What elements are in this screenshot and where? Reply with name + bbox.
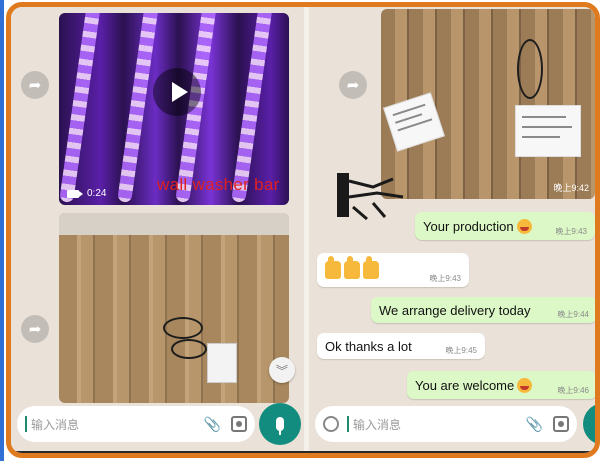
paperclip-icon[interactable]: 📎: [204, 416, 221, 433]
camera-icon[interactable]: [553, 416, 569, 432]
camera-icon[interactable]: [231, 416, 247, 432]
composer-placeholder: 输入消息: [353, 417, 402, 432]
cable-coil-image: [163, 317, 203, 339]
video-camera-icon: [67, 189, 83, 198]
message-text: You are welcome: [415, 377, 515, 393]
text-cursor: [347, 416, 349, 432]
text-cursor: [25, 416, 27, 432]
emoji-icon[interactable]: [323, 416, 339, 432]
blue-edge-decoration: [0, 0, 4, 461]
grin-emoji-icon: [517, 377, 533, 393]
thumbs-up-emoji-icon: [344, 256, 360, 279]
thumbs-up-emoji-icon: [325, 256, 341, 279]
message-bubble-outgoing: We arrange delivery today 晚上9:44: [371, 297, 595, 323]
composer-placeholder: 输入消息: [31, 417, 80, 432]
message-bubble-outgoing: You are welcome 晚上9:46: [407, 371, 595, 399]
collage-border: ➦ 0:24 wall washer bar ➦ ︾ 输入消息 📎 ➦ 晚上9:…: [6, 2, 600, 458]
forward-icon[interactable]: ➦: [339, 71, 367, 99]
screenshot-frame: ➦ 0:24 wall washer bar ➦ ︾ 输入消息 📎 ➦ 晚上9:…: [0, 0, 603, 461]
message-composer[interactable]: 输入消息 📎: [17, 406, 255, 442]
video-duration: 0:24: [67, 188, 106, 199]
overlay-annotation: wall washer bar: [157, 175, 280, 194]
led-bar-image: [59, 13, 101, 204]
forward-icon[interactable]: ➦: [21, 71, 49, 99]
photo-message[interactable]: [59, 213, 289, 403]
message-time: 晚上9:46: [557, 386, 589, 395]
microphone-icon[interactable]: [583, 403, 595, 445]
paperclip-icon[interactable]: 📎: [526, 416, 543, 433]
message-text: Ok thanks a lot: [325, 338, 412, 354]
play-icon[interactable]: [153, 68, 201, 116]
message-bubble-incoming: Ok thanks a lot 晚上9:45: [317, 333, 485, 359]
grin-emoji-icon: [516, 218, 532, 234]
forward-icon[interactable]: ➦: [21, 315, 49, 343]
message-text: We arrange delivery today: [379, 302, 531, 318]
left-chat-panel: ➦ 0:24 wall washer bar ➦ ︾ 输入消息 📎: [11, 7, 304, 453]
thumbs-up-emoji-icon: [363, 256, 379, 279]
video-duration-text: 0:24: [87, 188, 107, 199]
package-label-image: [207, 343, 237, 383]
led-bar-image: [117, 13, 159, 204]
message-time: 晚上9:44: [557, 310, 589, 319]
message-bubble-outgoing: Your production 晚上9:43: [415, 212, 595, 240]
message-bubble-incoming: 晚上9:43: [317, 253, 469, 287]
right-chat-panel: ➦ 晚上9:42 Your production 晚上9:43 晚上9:43 W…: [309, 7, 595, 453]
message-time: 晚上9:43: [429, 274, 461, 283]
message-time: 晚上9:43: [555, 227, 587, 236]
bottom-bar: [11, 451, 595, 453]
image-timestamp: 晚上9:42: [553, 183, 589, 193]
chevron-double-down-icon[interactable]: ︾: [269, 357, 295, 383]
message-text: Your production: [423, 218, 514, 234]
microphone-icon[interactable]: [259, 403, 301, 445]
cable-coil-image: [171, 339, 207, 359]
message-composer[interactable]: 输入消息 📎: [315, 406, 577, 442]
document-paper-image: [515, 105, 581, 157]
image-message[interactable]: 晚上9:42: [381, 9, 595, 199]
cable-sketch-image: [337, 173, 404, 221]
photo-ceiling: [59, 213, 289, 235]
cable-coil-image: [517, 39, 543, 99]
document-paper-image: [383, 92, 445, 152]
message-time: 晚上9:45: [445, 346, 477, 355]
